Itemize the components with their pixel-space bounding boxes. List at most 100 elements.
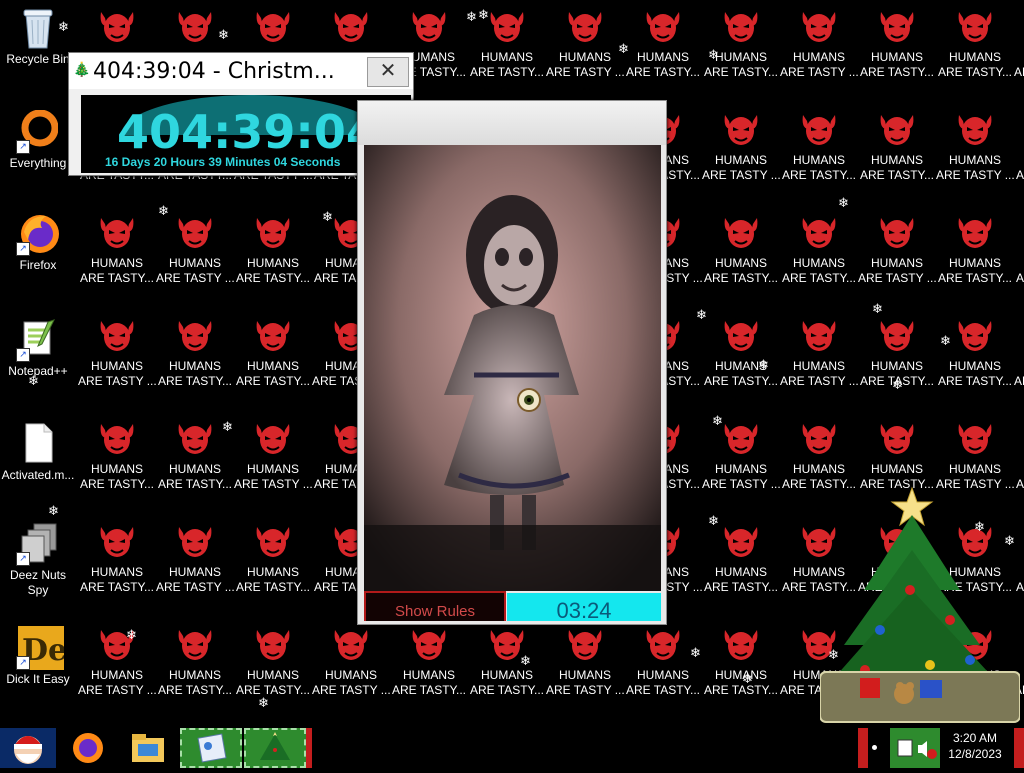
- wallpaper-caption: HUMANS: [246, 256, 299, 270]
- wallpaper-caption: HUMANS: [1014, 153, 1024, 168]
- game-window[interactable]: Show Rules 03:24: [357, 100, 667, 625]
- game-scene[interactable]: [364, 145, 661, 591]
- wallpaper-caption: HUMANS: [870, 153, 923, 167]
- wallpaper-tile: HUMANSARE TASTY...: [234, 309, 312, 412]
- eye-cursor-icon: [517, 388, 541, 412]
- show-desktop-button[interactable]: [1014, 728, 1024, 768]
- wallpaper-tile: HUMANSARE TASTY ...: [1014, 0, 1024, 103]
- desktop-icon-everything[interactable]: ↗ Everything: [0, 109, 76, 171]
- wallpaper-tile: HUMANSARE TASTY ...: [234, 412, 313, 515]
- tray-dot: [872, 728, 880, 768]
- snowflake-icon: ❄: [712, 413, 723, 428]
- wallpaper-caption: HUMANS: [168, 359, 221, 373]
- demon-head-icon: [799, 315, 839, 351]
- wallpaper-caption: ARE TASTY ...: [546, 65, 625, 79]
- wallpaper-tile: HUMANSARE TASTY ...: [156, 206, 235, 309]
- wallpaper-caption: ARE TASTY...: [703, 683, 779, 697]
- desktop-icon-label: Dick It Easy: [6, 672, 70, 686]
- demon-head-icon: [409, 624, 449, 660]
- taskbar-app-tree[interactable]: [244, 728, 306, 768]
- firefox-icon: [73, 733, 103, 763]
- taskbar: 3:20 AM 12/8/2023: [0, 728, 1024, 768]
- game-titlebar[interactable]: [358, 101, 666, 145]
- desktop-icon-notepad-plus-plus[interactable]: ↗ Notepad++: [0, 318, 76, 379]
- game-timer: 03:24: [507, 593, 661, 621]
- wallpaper-tile: HUMANSARE TASTY...: [156, 618, 234, 721]
- wallpaper-tile: HUMANSARE TASTY ...: [936, 103, 1015, 206]
- desktop-icon-activated-file[interactable]: Activated.m...: [0, 422, 76, 483]
- wallpaper-caption: HUMANS: [1014, 256, 1024, 271]
- wallpaper-tile: HUMANSARE TASTY...: [858, 0, 936, 103]
- countdown-detail: 16 Days 20 Hours 39 Minutes 04 Seconds: [105, 155, 341, 169]
- taskbar-app-countdown[interactable]: [180, 728, 242, 768]
- show-rules-button[interactable]: Show Rules: [364, 591, 506, 621]
- taskbar-firefox[interactable]: [66, 728, 110, 768]
- wallpaper-tile: HUMANSARE TASTY ...: [780, 0, 859, 103]
- demon-head-icon: [175, 418, 215, 454]
- demon-head-icon: [799, 212, 839, 248]
- snowflake-icon: ❄: [708, 47, 719, 62]
- snowflake-icon: ❄: [940, 333, 951, 348]
- wallpaper-caption: ARE TASTY...: [703, 374, 779, 388]
- wallpaper-caption: HUMANS: [246, 462, 299, 476]
- wallpaper-tile: HUMANSARE TASTY ...: [702, 103, 781, 206]
- wallpaper-caption: ARE TASTY...: [703, 271, 779, 285]
- volume-muted-icon: [918, 741, 937, 759]
- demon-head-icon: [721, 418, 761, 454]
- demon-head-icon: [799, 109, 839, 145]
- demon-head-icon: [487, 6, 527, 42]
- demon-head-icon: [331, 6, 371, 42]
- wallpaper-caption: ARE TASTY...: [391, 683, 467, 697]
- countdown-titlebar[interactable]: 🎄 404:39:04 - Christm... ✕: [69, 53, 413, 89]
- wallpaper-caption: HUMANS: [714, 565, 767, 579]
- wallpaper-caption: HUMANS: [168, 256, 221, 270]
- tree-icon: [260, 732, 290, 760]
- wallpaper-caption: HUMANS: [792, 462, 845, 476]
- taskbar-clock[interactable]: 3:20 AM 12/8/2023: [942, 730, 1008, 762]
- wallpaper-tile: HUMANSARE TASTY...: [78, 515, 156, 618]
- desktop-icon-dick-it-easy[interactable]: De ↗ Dick It Easy: [0, 626, 76, 687]
- snowflake-icon: ❄: [218, 27, 229, 42]
- wallpaper-caption: HUMANS: [168, 462, 221, 476]
- wallpaper-tile: HUMANSARE TASTY...: [78, 206, 156, 309]
- snowflake-icon: ❄: [708, 513, 719, 528]
- wallpaper-caption: HUMANS: [1014, 50, 1024, 65]
- wallpaper-caption: HUMANS: [1014, 359, 1024, 374]
- system-tray[interactable]: [890, 728, 940, 768]
- close-button[interactable]: ✕: [367, 57, 409, 87]
- wallpaper-caption: HUMANS: [246, 359, 299, 373]
- start-button[interactable]: [0, 728, 56, 768]
- wallpaper-caption: ARE TASTY...: [1015, 168, 1024, 182]
- wallpaper-tile: HUMANSARE TASTY ...: [780, 309, 859, 412]
- wallpaper-caption: HUMANS: [558, 50, 611, 64]
- demon-head-icon: [721, 212, 761, 248]
- wallpaper-caption: ARE TASTY...: [703, 580, 779, 594]
- wallpaper-caption: ARE TASTY...: [235, 374, 311, 388]
- wallpaper-tile: HUMANSARE TASTY...: [858, 309, 936, 412]
- wallpaper-caption: HUMANS: [90, 668, 143, 682]
- wallpaper-caption: HUMANS: [246, 565, 299, 579]
- wallpaper-caption: ARE TASTY ...: [156, 271, 235, 285]
- notepad-plus-plus-icon: ↗: [16, 318, 58, 362]
- wallpaper-caption: HUMANS: [792, 153, 845, 167]
- desktop-icon-recycle-bin[interactable]: Recycle Bin: [0, 6, 76, 67]
- demon-head-icon: [643, 624, 683, 660]
- tree-icon: 🎄: [73, 61, 91, 77]
- christmas-tree-widget[interactable]: [819, 480, 1021, 725]
- snowflake-icon: ❄: [758, 357, 769, 372]
- desktop-icon-deez-nuts-spy[interactable]: ↗ Deez Nuts Spy: [0, 522, 76, 598]
- wallpaper-caption: ARE TASTY ...: [1014, 65, 1024, 79]
- wallpaper-caption: HUMANS: [168, 565, 221, 579]
- demon-head-icon: [253, 315, 293, 351]
- tray-indicator: [858, 728, 868, 768]
- wallpaper-caption: HUMANS: [90, 565, 143, 579]
- wallpaper-tile: HUMANSARE TASTY ...: [546, 618, 625, 721]
- wallpaper-caption: HUMANS: [168, 668, 221, 682]
- snowflake-icon: ❄: [618, 41, 629, 56]
- desktop-icon-firefox[interactable]: ↗ Firefox: [0, 212, 76, 273]
- wallpaper-caption: ARE TASTY...: [937, 271, 1013, 285]
- snowflake-icon: ❄: [322, 209, 333, 224]
- wallpaper-caption: ARE TASTY...: [235, 271, 311, 285]
- demon-head-icon: [175, 212, 215, 248]
- taskbar-file-explorer[interactable]: [126, 728, 170, 768]
